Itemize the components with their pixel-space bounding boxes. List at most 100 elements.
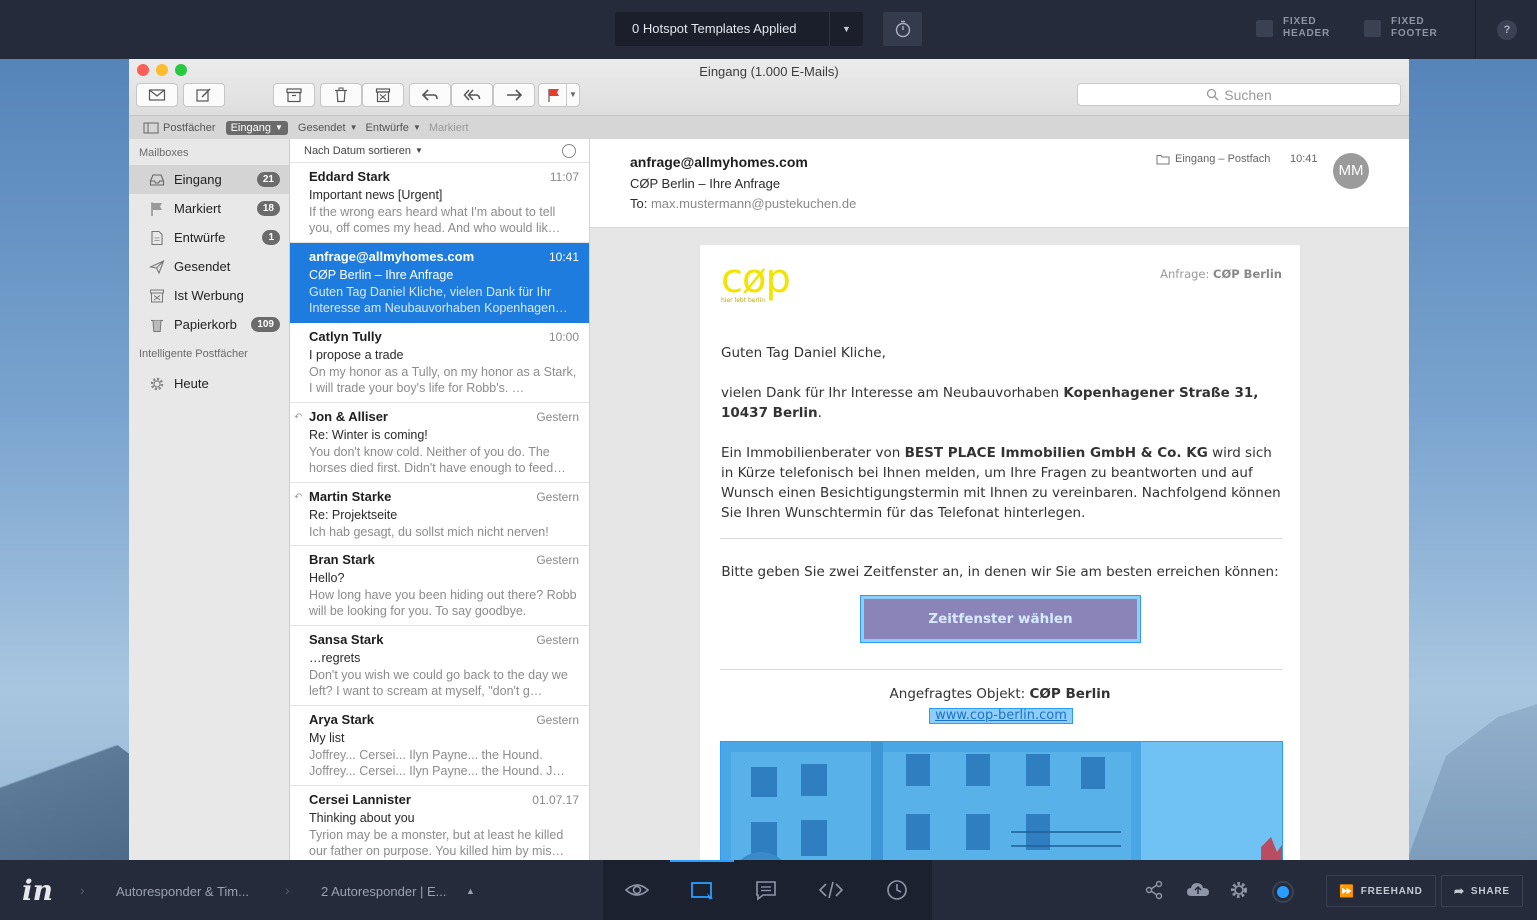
- favorites-flagged[interactable]: Markiert: [429, 122, 469, 134]
- favorites-sent[interactable]: Gesendet ▼: [298, 122, 358, 134]
- gear-icon[interactable]: [1229, 880, 1249, 900]
- history-mode-button[interactable]: [865, 860, 929, 920]
- recipient-address: max.mustermann@pustekuchen.de: [650, 196, 857, 211]
- message-subject: I propose a trade: [309, 348, 404, 362]
- delete-button[interactable]: [320, 83, 362, 107]
- message-row[interactable]: Sansa Stark Gestern …regrets Don't you w…: [290, 626, 589, 706]
- inbox-icon: [148, 171, 165, 188]
- object-label: Angefragtes Objekt:: [889, 686, 1030, 702]
- favorites-inbox-label: Eingang: [230, 121, 271, 134]
- fixed-footer-checkbox[interactable]: [1364, 19, 1381, 37]
- fixed-footer-toggle[interactable]: FIXED FOOTER: [1364, 16, 1437, 40]
- fixed-header-label-1: FIXED: [1283, 16, 1317, 27]
- help-button[interactable]: ?: [1497, 20, 1517, 40]
- invision-logo[interactable]: in: [22, 874, 53, 907]
- timer-button[interactable]: [883, 12, 922, 46]
- email-greeting: Guten Tag Daniel Kliche,: [721, 345, 886, 361]
- chevron-up-icon[interactable]: ▲: [466, 886, 475, 896]
- breadcrumb-project[interactable]: Autoresponder & Tim...: [116, 884, 249, 899]
- chevron-down-icon[interactable]: ▼: [566, 84, 579, 106]
- chevron-right-icon: ›: [285, 882, 290, 898]
- smart-mailboxes-heading: Intelligente Postfächer: [139, 348, 248, 360]
- filter-icon[interactable]: [562, 144, 576, 158]
- message-row[interactable]: Eddard Stark 11:07 Important news [Urgen…: [290, 163, 589, 243]
- message-subject: CØP Berlin – Ihre Anfrage: [309, 268, 454, 282]
- fixed-header-checkbox[interactable]: [1256, 19, 1273, 37]
- hotspot-templates-dropdown[interactable]: 0 Hotspot Templates Applied ▼: [615, 12, 863, 46]
- junk-button[interactable]: [362, 83, 404, 107]
- message-row[interactable]: Arya Stark Gestern My list Joffrey... Ce…: [290, 706, 589, 786]
- message-row[interactable]: ↶ Martin Starke Gestern Re: Projektseite…: [290, 483, 589, 546]
- user-status-indicator[interactable]: [1272, 881, 1294, 903]
- favorites-bar: Postfächer Eingang ▼ Gesendet ▼ Entwürfe ▼ …: [129, 115, 1409, 139]
- share-button[interactable]: ➦ SHARE: [1441, 875, 1523, 907]
- unread-count-badge: 21: [256, 172, 280, 187]
- building-photo[interactable]: [720, 741, 1283, 860]
- flag-icon: [548, 89, 559, 102]
- hotspot-highlight[interactable]: Zeitfenster wählen: [860, 595, 1141, 643]
- select-time-window-button[interactable]: Zeitfenster wählen: [864, 599, 1137, 639]
- reply-icon: [421, 89, 438, 101]
- share-network-icon[interactable]: [1144, 880, 1164, 900]
- forward-button[interactable]: [493, 83, 535, 107]
- sidebar-item-inbox[interactable]: Eingang 21: [129, 165, 289, 194]
- window-title: Eingang (1.000 E-Mails): [699, 64, 839, 79]
- sort-bar[interactable]: Nach Datum sortieren ▼: [290, 139, 589, 163]
- sidebar-item-sent[interactable]: Gesendet: [129, 252, 289, 281]
- message-row[interactable]: Catlyn Tully 10:00 I propose a trade On …: [290, 323, 589, 403]
- sidebar-toggle-icon: [143, 122, 159, 133]
- reply-button[interactable]: [409, 83, 451, 107]
- invision-bottom-bar: in › Autoresponder & Tim... › 2 Autoresp…: [0, 860, 1537, 920]
- junk-icon: [375, 88, 391, 103]
- sidebar-item-drafts[interactable]: Entwürfe 1: [129, 223, 289, 252]
- flag-button[interactable]: ▼: [538, 83, 580, 107]
- freehand-button[interactable]: ⏩ FREEHAND: [1326, 875, 1436, 907]
- fixed-header-toggle[interactable]: FIXED HEADER: [1256, 16, 1330, 40]
- chevron-down-icon[interactable]: ▼: [829, 12, 863, 46]
- inspect-mode-button[interactable]: [799, 860, 863, 920]
- favorites-drafts[interactable]: Entwürfe ▼: [366, 122, 421, 134]
- mailboxes-heading: Mailboxes: [139, 147, 189, 159]
- get-mail-button[interactable]: [136, 83, 178, 107]
- favorites-inbox[interactable]: Eingang ▼: [225, 120, 288, 135]
- chevron-down-icon: ▼: [415, 146, 423, 155]
- header-recipient: To: max.mustermann@pustekuchen.de: [630, 196, 1409, 211]
- search-input[interactable]: Suchen: [1077, 83, 1401, 106]
- message-folder: Eingang – Postfach: [1156, 153, 1270, 165]
- favorites-sent-label: Gesendet: [297, 121, 346, 134]
- requested-object: Angefragtes Objekt: CØP Berlin: [700, 686, 1300, 702]
- company-name: BEST PLACE Immobilien GmbH & Co. KG: [904, 445, 1208, 461]
- website-link[interactable]: www.cop-berlin.com: [929, 708, 1073, 724]
- trash-icon: [335, 87, 347, 103]
- message-subject: …regrets: [309, 651, 361, 665]
- header-subject: CØP Berlin – Ihre Anfrage: [630, 176, 781, 191]
- message-row[interactable]: ↶ Jon & Alliser Gestern Re: Winter is co…: [290, 403, 589, 483]
- sidebar-item-flagged[interactable]: Markiert 18: [129, 194, 289, 223]
- message-row[interactable]: Cersei Lannister 01.07.17 Thinking about…: [290, 786, 589, 860]
- cloud-upload-icon[interactable]: [1186, 880, 1210, 900]
- message-preview: Tyrion may be a monster, but at least he…: [309, 828, 564, 858]
- preview-mode-button[interactable]: [605, 860, 669, 920]
- message-subject: My list: [309, 731, 345, 745]
- message-preview: On my honor as a Tully, on my honor as a…: [309, 365, 577, 395]
- message-row-selected[interactable]: anfrage@allmyhomes.com 10:41 CØP Berlin …: [290, 243, 589, 323]
- time-window-prompt: Bitte geben Sie zwei Zeitfenster an, in …: [721, 564, 1279, 580]
- compose-button[interactable]: [183, 83, 225, 107]
- sidebar-item-label: Markiert: [174, 201, 221, 216]
- breadcrumb-screen[interactable]: 2 Autoresponder | E...: [321, 884, 447, 899]
- code-icon: [818, 881, 844, 899]
- folder-icon: [1156, 154, 1170, 164]
- building-image: [721, 742, 1282, 860]
- favorites-mailboxes[interactable]: Postfächer: [143, 122, 216, 134]
- message-row[interactable]: Bran Stark Gestern Hello? How long have …: [290, 546, 589, 626]
- build-mode-button[interactable]: [670, 860, 734, 920]
- sidebar-item-today[interactable]: Heute: [129, 369, 289, 398]
- sidebar-item-label: Papierkorb: [174, 317, 237, 332]
- archive-button[interactable]: [273, 83, 315, 107]
- message-sender: Eddard Stark: [309, 169, 390, 184]
- sidebar-item-trash[interactable]: Papierkorb 109: [129, 310, 289, 339]
- sidebar-item-junk[interactable]: Ist Werbung: [129, 281, 289, 310]
- comment-mode-button[interactable]: [734, 860, 798, 920]
- reply-all-button[interactable]: [451, 83, 493, 107]
- chevron-right-icon: ›: [80, 882, 85, 898]
